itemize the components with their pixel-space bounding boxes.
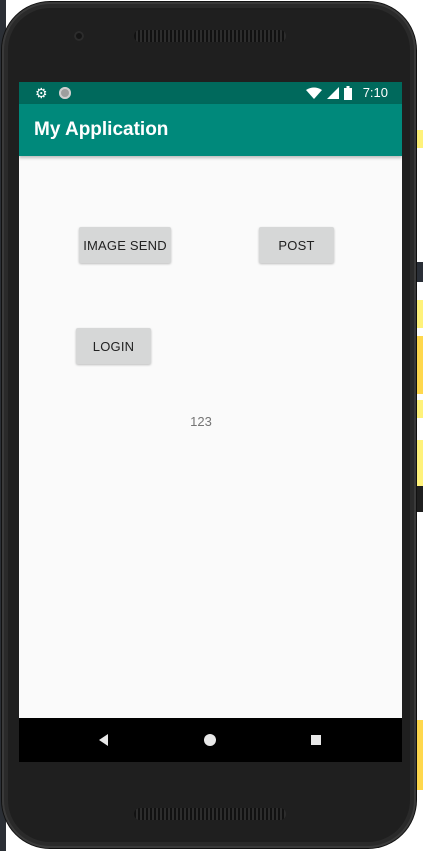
home-icon[interactable] xyxy=(204,734,216,746)
bottom-speaker-grille xyxy=(134,808,286,820)
back-icon[interactable] xyxy=(99,734,108,746)
post-button[interactable]: POST xyxy=(259,227,334,263)
status-icons xyxy=(306,86,352,100)
battery-icon xyxy=(344,86,352,100)
circle-icon xyxy=(59,87,71,99)
front-camera-icon xyxy=(74,31,84,41)
app-title: My Application xyxy=(34,119,169,140)
recents-icon[interactable] xyxy=(311,735,321,745)
login-button[interactable]: LOGIN xyxy=(76,328,151,364)
device-screen: ⚙ 7:10 My Application IMAGE SEND POST LO… xyxy=(19,82,402,762)
text-value: 123 xyxy=(190,414,212,429)
status-bar: ⚙ 7:10 xyxy=(19,82,402,104)
image-send-button[interactable]: IMAGE SEND xyxy=(79,227,171,263)
status-time: 7:10 xyxy=(362,85,388,100)
wifi-icon xyxy=(306,87,322,99)
signal-icon xyxy=(327,87,339,99)
top-speaker-grille xyxy=(134,30,286,42)
gear-icon: ⚙ xyxy=(35,85,48,101)
app-bar: My Application xyxy=(19,104,402,156)
navigation-bar xyxy=(19,718,402,762)
